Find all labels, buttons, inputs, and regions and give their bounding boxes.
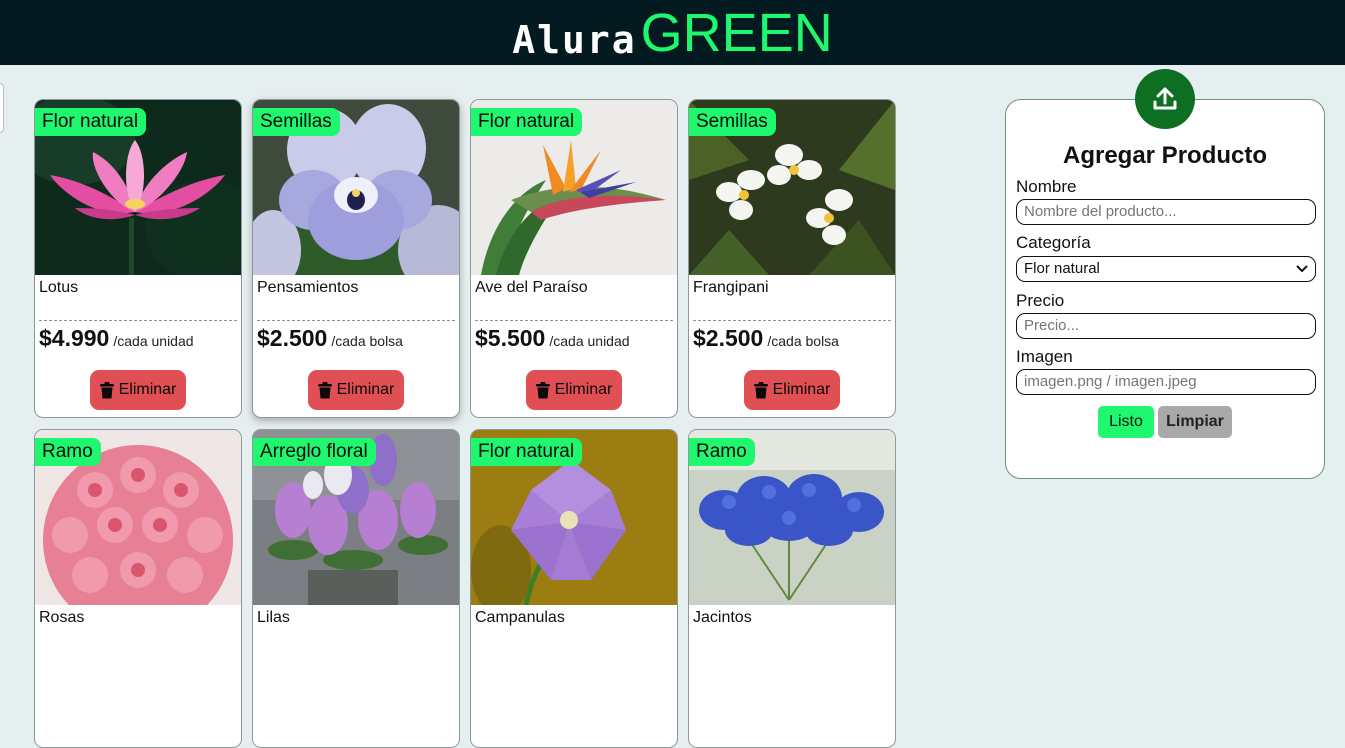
category-select-value: Flor natural: [1024, 260, 1100, 277]
product-name: Jacintos: [693, 609, 752, 626]
trash-icon: [535, 381, 550, 398]
side-drawer-handle[interactable]: [0, 83, 4, 133]
product-price: $2.500/cada bolsa: [257, 325, 403, 352]
product-name: Lotus: [39, 279, 79, 296]
delete-button[interactable]: Eliminar: [744, 370, 840, 410]
product-name: Pensamientos: [257, 279, 359, 296]
category-badge: Arreglo floral: [253, 438, 376, 466]
delete-button[interactable]: Eliminar: [526, 370, 622, 410]
divider: [257, 320, 455, 321]
delete-button-label: Eliminar: [118, 381, 177, 398]
brand-logo-alura: Alura: [512, 17, 637, 62]
price-input[interactable]: [1016, 313, 1316, 339]
category-select[interactable]: Flor natural: [1016, 256, 1316, 282]
upload-button[interactable]: [1135, 69, 1195, 129]
product-card: Semillas Frangipani $2.500/cada bolsa El…: [688, 99, 896, 418]
trash-icon: [753, 381, 768, 398]
trash-icon: [317, 381, 332, 398]
price-amount: $2.500: [257, 325, 328, 351]
product-name: Lilas: [257, 609, 290, 626]
price-unit: /cada bolsa: [767, 333, 839, 349]
product-card: Ramo Rosas: [34, 429, 242, 748]
product-name: Frangipani: [693, 279, 769, 296]
price-amount: $5.500: [475, 325, 546, 351]
name-input[interactable]: [1016, 199, 1316, 225]
divider: [39, 320, 237, 321]
price-label: Precio: [1016, 291, 1065, 310]
brand-logo-green: GREEN: [640, 2, 833, 63]
price-amount: $2.500: [693, 325, 764, 351]
product-price: $5.500/cada unidad: [475, 325, 630, 352]
name-label: Nombre: [1016, 177, 1077, 196]
divider: [693, 320, 891, 321]
product-card: Ramo Jacintos: [688, 429, 896, 748]
category-badge: Semillas: [689, 108, 776, 136]
category-badge: Flor natural: [35, 108, 147, 136]
app-header: Alura GREEN: [0, 0, 1345, 65]
product-card: Flor natural Lotus $4.990/cada unidad El…: [34, 99, 242, 418]
divider: [475, 320, 673, 321]
product-price: $2.500/cada bolsa: [693, 325, 839, 352]
category-badge: Flor natural: [471, 108, 583, 136]
chevron-down-icon: [1296, 265, 1308, 273]
product-price: $4.990/cada unidad: [39, 325, 194, 352]
trash-icon: [99, 381, 114, 398]
upload-icon: [1153, 87, 1177, 110]
product-card: Semillas Pensamientos $2.500/cada bolsa …: [252, 99, 460, 418]
price-unit: /cada unidad: [549, 333, 630, 349]
submit-button[interactable]: Listo: [1098, 406, 1154, 438]
product-card: Flor natural Campanulas: [470, 429, 678, 748]
category-badge: Flor natural: [471, 438, 583, 466]
price-unit: /cada unidad: [113, 333, 194, 349]
product-name: Rosas: [39, 609, 85, 626]
image-input[interactable]: [1016, 369, 1316, 395]
add-product-form: Agregar Producto Nombre Categoría Flor n…: [1005, 99, 1325, 479]
product-grid: Flor natural Lotus $4.990/cada unidad El…: [34, 99, 896, 748]
delete-button-label: Eliminar: [554, 381, 613, 398]
product-card: Flor natural Ave del Paraíso $5.500/cada…: [470, 99, 678, 418]
product-name: Ave del Paraíso: [475, 279, 588, 296]
category-badge: Ramo: [35, 438, 101, 466]
product-name: Campanulas: [475, 609, 565, 626]
image-label: Imagen: [1016, 347, 1073, 366]
delete-button[interactable]: Eliminar: [90, 370, 186, 410]
delete-button-label: Eliminar: [772, 381, 831, 398]
price-unit: /cada bolsa: [331, 333, 403, 349]
form-title: Agregar Producto: [1062, 142, 1268, 169]
product-card: Arreglo floral Lilas: [252, 429, 460, 748]
category-badge: Ramo: [689, 438, 755, 466]
category-badge: Semillas: [253, 108, 340, 136]
price-amount: $4.990: [39, 325, 110, 351]
delete-button[interactable]: Eliminar: [308, 370, 404, 410]
category-label: Categoría: [1016, 233, 1091, 252]
delete-button-label: Eliminar: [336, 381, 395, 398]
clear-button[interactable]: Limpiar: [1158, 406, 1232, 438]
